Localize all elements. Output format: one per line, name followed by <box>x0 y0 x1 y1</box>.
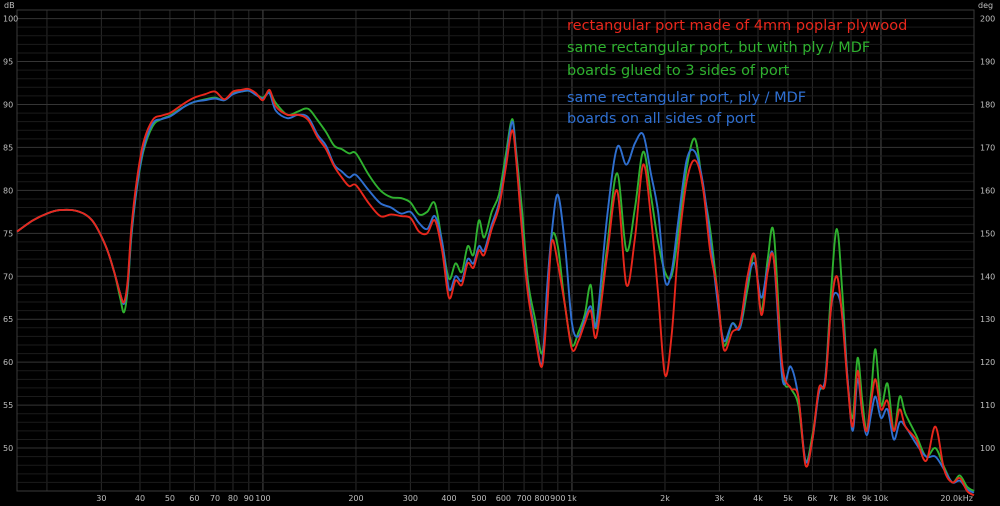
legend-entry-text: same rectangular port, but with ply / MD… <box>567 40 870 56</box>
legend-entry-text: boards glued to 3 sides of port <box>567 63 790 79</box>
chart-background <box>0 0 1000 506</box>
legend-entry-text: same rectangular port, ply / MDF <box>567 90 806 106</box>
x-tick-label: 80 <box>228 494 238 503</box>
x-tick-label: 200 <box>348 494 363 503</box>
y-tick-label: 75 <box>3 229 13 238</box>
y-tick-label: 50 <box>3 444 13 453</box>
y2-tick-label: 140 <box>980 272 995 281</box>
x-tick-label: 3k <box>715 494 725 503</box>
y-tick-label: 60 <box>3 358 13 367</box>
x-tick-label: 20.0kHz <box>940 494 973 503</box>
y-tick-label: 100 <box>3 15 18 24</box>
x-tick-label: 2k <box>660 494 670 503</box>
x-tick-label: 100 <box>255 494 270 503</box>
y2-tick-label: 190 <box>980 58 995 67</box>
y2-tick-label: 150 <box>980 229 995 238</box>
x-tick-label: 800 <box>534 494 549 503</box>
x-tick-label: 60 <box>189 494 199 503</box>
x-tick-label: 5k <box>783 494 793 503</box>
x-tick-label: 500 <box>471 494 486 503</box>
x-tick-label: 600 <box>496 494 511 503</box>
x-tick-label: 4k <box>753 494 763 503</box>
legend-entry-text: boards on all sides of port <box>567 111 756 127</box>
y-tick-label: 80 <box>3 186 13 195</box>
y2-tick-label: 200 <box>980 15 995 24</box>
y2-tick-label: 170 <box>980 143 995 152</box>
y-tick-label: 95 <box>3 58 13 67</box>
y-tick-label: 65 <box>3 315 13 324</box>
legend-entry-text: rectangular port made of 4mm poplar plyw… <box>567 18 907 34</box>
y-tick-label: 70 <box>3 272 13 281</box>
x-tick-label: 1k <box>567 494 577 503</box>
x-tick-label: 70 <box>210 494 220 503</box>
x-tick-label: 8k <box>846 494 856 503</box>
y2-tick-label: 130 <box>980 315 995 324</box>
y-tick-label: 90 <box>3 100 13 109</box>
y2-tick-label: 110 <box>980 401 995 410</box>
y2-tick-label: 100 <box>980 444 995 453</box>
y-tick-label: 85 <box>3 143 13 152</box>
y2-tick-label: 120 <box>980 358 995 367</box>
x-tick-label: 10k <box>874 494 889 503</box>
frequency-response-chart: 30 40 50 60 70 80 90 100 200 300 400 500 600 700 800 90… <box>0 0 1000 506</box>
x-tick-label: 700 <box>516 494 531 503</box>
y2-tick-label: 160 <box>980 186 995 195</box>
x-tick-label: 400 <box>441 494 456 503</box>
x-tick-label: 6k <box>808 494 818 503</box>
x-tick-label: 90 <box>244 494 254 503</box>
x-tick-label: 300 <box>403 494 418 503</box>
y-axis-unit-label: dB <box>4 1 15 10</box>
y2-axis-unit-label: deg <box>978 1 993 10</box>
x-tick-label: 9k <box>862 494 872 503</box>
y2-tick-label: 180 <box>980 100 995 109</box>
x-tick-label: 40 <box>135 494 145 503</box>
x-tick-label: 30 <box>96 494 106 503</box>
x-tick-label: 50 <box>165 494 175 503</box>
y-tick-label: 55 <box>3 401 13 410</box>
x-tick-label: 900 <box>550 494 565 503</box>
x-tick-label: 7k <box>828 494 838 503</box>
